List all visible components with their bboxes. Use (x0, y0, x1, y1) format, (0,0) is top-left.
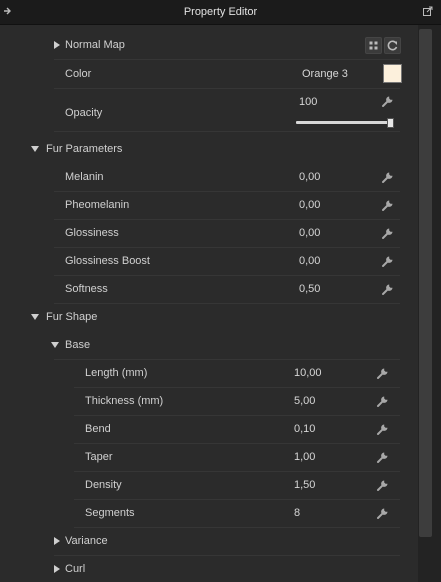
popout-icon[interactable] (423, 6, 433, 16)
grid-button[interactable] (365, 37, 382, 54)
triangle-down-icon[interactable] (31, 146, 39, 152)
grid-icon (369, 41, 378, 50)
triangle-down-icon[interactable] (51, 342, 59, 348)
normal-map-label: Normal Map (65, 39, 125, 51)
property-value[interactable]: 0,00 (299, 163, 320, 191)
wrench-icon[interactable] (381, 198, 395, 212)
wrench-icon[interactable] (381, 226, 395, 240)
property-value[interactable]: 0,00 (299, 247, 320, 275)
color-row[interactable]: Color Orange 3 (0, 60, 418, 88)
property-label: Softness (65, 283, 108, 295)
property-label: Glossiness Boost (65, 255, 150, 267)
base-label: Base (65, 339, 91, 351)
opacity-row: Opacity 100 (0, 89, 418, 131)
property-row: Length (mm) 10,00 (0, 359, 418, 387)
property-label: Thickness (mm) (85, 395, 164, 407)
fur-shape-label: Fur Shape (46, 311, 98, 323)
wrench-icon[interactable] (381, 282, 395, 296)
property-label: Length (mm) (85, 367, 148, 379)
property-row: Melanin 0,00 (0, 163, 418, 191)
property-value[interactable]: 0,50 (299, 275, 320, 303)
property-row: Density 1,50 (0, 471, 418, 499)
curl-header[interactable]: Curl (0, 555, 418, 582)
title-bar: Property Editor (0, 0, 441, 25)
wrench-icon[interactable] (376, 506, 390, 520)
property-label: Glossiness (65, 227, 119, 239)
scrollbar-thumb[interactable] (419, 29, 432, 537)
property-label: Taper (85, 451, 113, 463)
property-label: Pheomelanin (65, 199, 130, 211)
variance-header[interactable]: Variance (0, 527, 418, 555)
triangle-right-icon[interactable] (54, 537, 60, 545)
triangle-down-icon[interactable] (31, 314, 39, 320)
property-value[interactable]: 1,00 (294, 443, 315, 471)
property-value[interactable]: 5,00 (294, 387, 315, 415)
color-value[interactable]: Orange 3 (302, 60, 348, 88)
normal-map-row[interactable]: Normal Map (0, 31, 418, 59)
fur-parameters-header[interactable]: Fur Parameters (0, 135, 418, 163)
property-row: Glossiness Boost 0,00 (0, 247, 418, 275)
opacity-slider-thumb[interactable] (387, 118, 394, 128)
wrench-icon[interactable] (376, 422, 390, 436)
wrench-icon[interactable] (376, 478, 390, 492)
wrench-icon[interactable] (381, 254, 395, 268)
property-row: Glossiness 0,00 (0, 219, 418, 247)
wrench-icon[interactable] (381, 94, 395, 108)
wrench-icon[interactable] (376, 394, 390, 408)
opacity-value[interactable]: 100 (299, 88, 317, 116)
refresh-button[interactable] (384, 37, 401, 54)
property-row: Taper 1,00 (0, 443, 418, 471)
refresh-icon (387, 40, 398, 51)
property-label: Bend (85, 423, 111, 435)
opacity-slider-track[interactable] (296, 121, 392, 124)
color-label: Color (65, 68, 92, 80)
property-row: Bend 0,10 (0, 415, 418, 443)
fur-shape-header[interactable]: Fur Shape (0, 303, 418, 331)
wrench-icon[interactable] (381, 170, 395, 184)
wrench-icon[interactable] (376, 366, 390, 380)
property-row: Softness 0,50 (0, 275, 418, 303)
property-value[interactable]: 8 (294, 499, 300, 527)
property-value[interactable]: 0,00 (299, 219, 320, 247)
base-header[interactable]: Base (0, 331, 418, 359)
property-value[interactable]: 0,00 (299, 191, 320, 219)
wrench-icon[interactable] (376, 450, 390, 464)
window-title: Property Editor (183, 6, 258, 18)
property-label: Melanin (65, 171, 104, 183)
property-label: Density (85, 479, 122, 491)
curl-label: Curl (65, 563, 86, 575)
triangle-right-icon[interactable] (54, 565, 60, 573)
property-value[interactable]: 0,10 (294, 415, 315, 443)
fur-parameters-label: Fur Parameters (46, 143, 123, 155)
property-value[interactable]: 1,50 (294, 471, 315, 499)
property-value[interactable]: 10,00 (294, 359, 322, 387)
vertical-scrollbar[interactable] (418, 25, 441, 582)
opacity-label: Opacity (65, 107, 103, 119)
variance-label: Variance (65, 535, 108, 547)
property-row: Segments 8 (0, 499, 418, 527)
triangle-right-icon[interactable] (54, 41, 60, 49)
property-panel: Normal Map Color Orange 3 Opacity 100 Fu… (0, 25, 418, 582)
color-swatch[interactable] (383, 64, 402, 83)
property-label: Segments (85, 507, 135, 519)
property-row: Pheomelanin 0,00 (0, 191, 418, 219)
property-row: Thickness (mm) 5,00 (0, 387, 418, 415)
